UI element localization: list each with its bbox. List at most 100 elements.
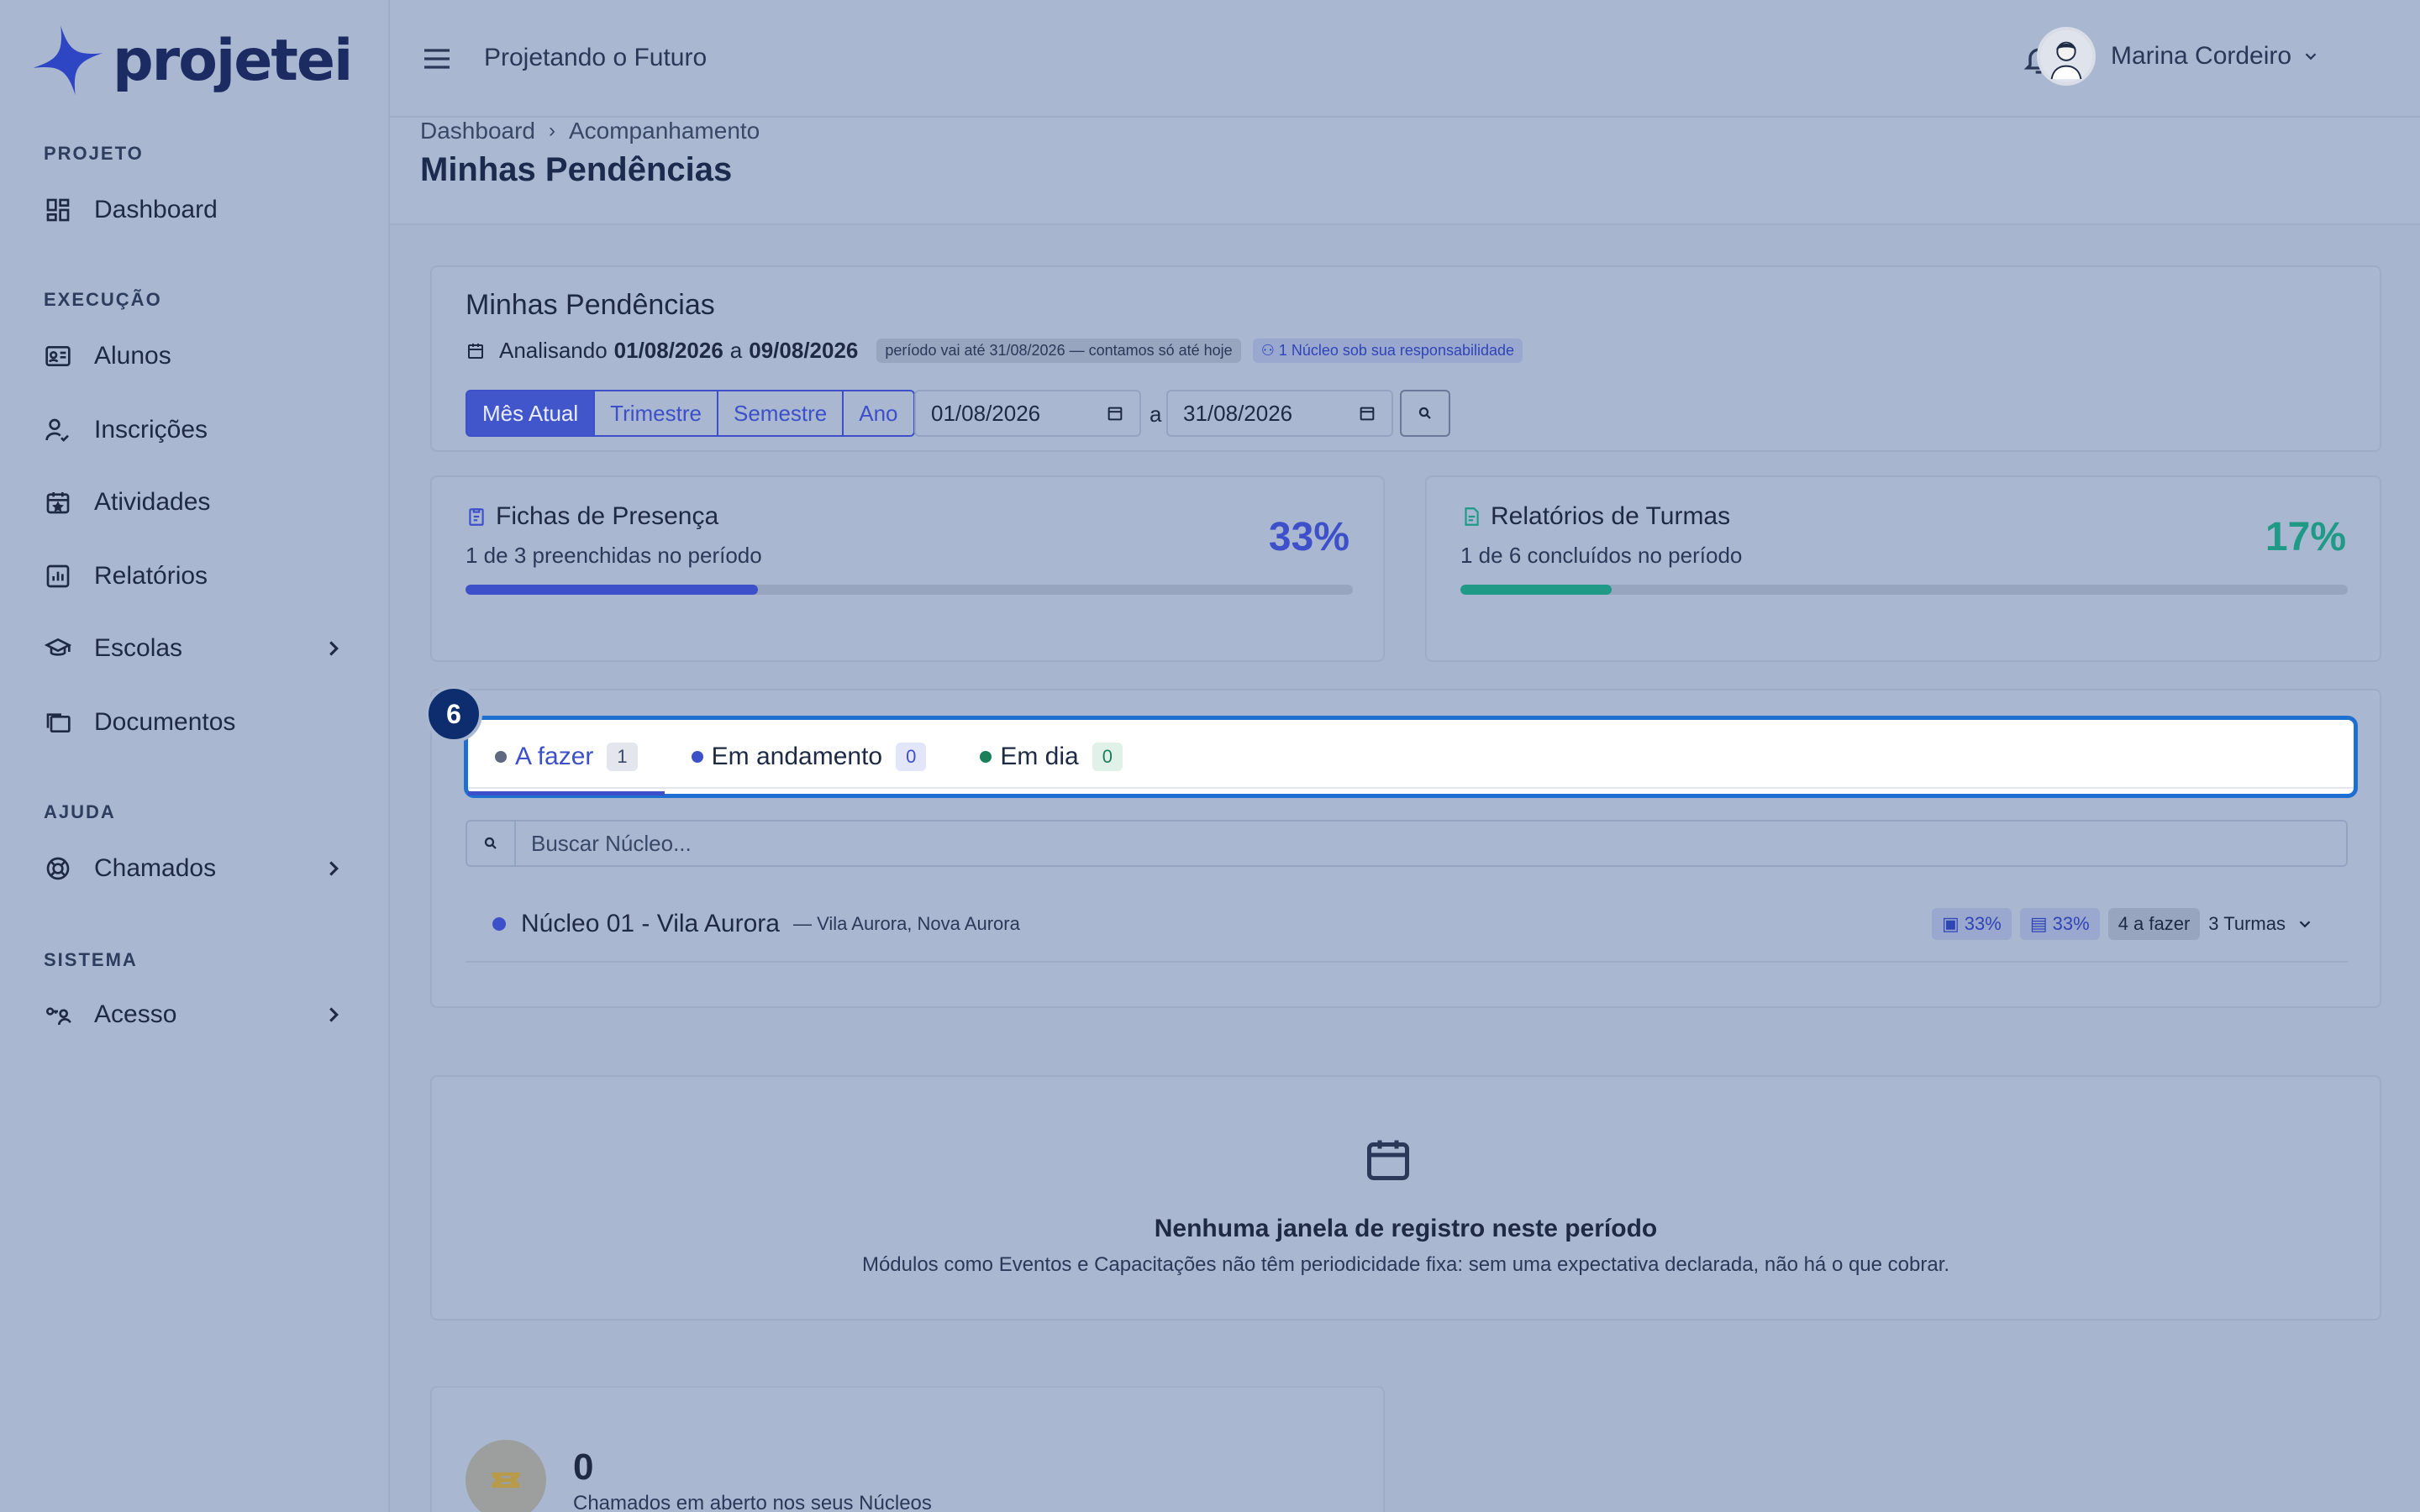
chamados-subtitle: Chamados em aberto nos seus Núcleos — [573, 1492, 932, 1512]
sidebar-item-label: Atividades — [94, 488, 211, 516]
sidebar-item-alunos[interactable]: Alunos — [44, 331, 346, 381]
empty-state-title: Nenhuma janela de registro neste período — [1154, 1215, 1658, 1242]
period-segmented-control: Mês Atual Trimestre Semestre Ano — [466, 390, 915, 437]
page-title: Minhas Pendências — [420, 151, 733, 188]
section-label-projeto: PROJETO — [44, 143, 144, 164]
nucleo-count-pill: ⚇ 1 Núcleo sob sua responsabilidade — [1252, 339, 1523, 363]
calendar-icon — [1360, 407, 1375, 421]
period-start: 01/08/2026 — [613, 338, 723, 363]
tabs-divider — [468, 787, 2354, 789]
chevron-right-icon — [329, 861, 339, 876]
section-label-ajuda: AJUDA — [44, 801, 116, 822]
sidebar-item-documentos[interactable]: Documentos — [44, 697, 346, 748]
segment-mes-atual[interactable]: Mês Atual — [466, 390, 596, 437]
search-input[interactable]: Buscar Núcleo... — [516, 822, 692, 865]
hamburger-menu-icon[interactable] — [420, 42, 454, 76]
calendar-icon — [1107, 407, 1123, 421]
users-icon: ⚇ — [1260, 342, 1279, 359]
period-mid: a — [729, 338, 743, 363]
fichas-title: Fichas de Presença — [466, 502, 718, 531]
sidebar-item-label: Escolas — [94, 634, 183, 662]
segment-trimestre[interactable]: Trimestre — [595, 390, 718, 437]
status-tabs: A fazer 1 Em andamento 0 Em dia 0 — [468, 720, 1150, 795]
chamados-count: 0 — [573, 1446, 594, 1488]
document-icon: ▤ — [2029, 913, 2048, 934]
relatorios-percent: 17% — [2265, 515, 2346, 559]
tab-count-badge: 1 — [607, 743, 638, 771]
relatorios-progress-bar — [1460, 585, 2348, 595]
segment-semestre[interactable]: Semestre — [718, 390, 844, 437]
clipboard-icon — [469, 508, 484, 526]
status-dot — [492, 917, 506, 931]
fichas-chip-value: 33% — [1964, 913, 2002, 934]
tab-em-dia[interactable]: Em dia 0 — [953, 720, 1150, 794]
relatorios-title: Relatórios de Turmas — [1460, 502, 1730, 531]
date-to-input[interactable]: 31/08/2026 — [1166, 390, 1393, 437]
tab-em-andamento[interactable]: Em andamento 0 — [665, 720, 954, 794]
sidebar-item-relatorios[interactable]: Relatórios — [44, 551, 346, 601]
sidebar-item-atividades[interactable]: Atividades — [44, 477, 346, 528]
fichas-presenca-card: Fichas de Presença 1 de 3 preenchidas no… — [430, 475, 1385, 662]
status-dot — [980, 751, 992, 763]
calendar-star-icon — [44, 488, 72, 517]
logo[interactable]: projetei — [30, 24, 353, 97]
tab-count-badge: 0 — [896, 743, 927, 771]
date-from-input[interactable]: 01/08/2026 — [914, 390, 1141, 437]
status-dot — [495, 751, 507, 763]
chevron-right-icon — [329, 641, 339, 656]
ticket-icon — [466, 1440, 546, 1512]
tab-label: Em dia — [1000, 743, 1079, 770]
apply-filter-button[interactable] — [1400, 390, 1450, 437]
relatorios-chip-value: 33% — [2052, 913, 2090, 934]
grid-icon — [44, 196, 72, 224]
relatorios-title-text: Relatórios de Turmas — [1491, 502, 1731, 530]
sidebar-item-label: Relatórios — [94, 562, 208, 590]
fichas-title-text: Fichas de Presença — [496, 502, 719, 530]
date-to-value: 31/08/2026 — [1183, 400, 1293, 426]
status-tabs-highlight: A fazer 1 Em andamento 0 Em dia 0 — [464, 716, 2358, 798]
filter-card-title: Minhas Pendências — [466, 289, 715, 321]
tab-label: A fazer — [515, 743, 594, 770]
sidebar-item-label: Chamados — [94, 854, 217, 882]
user-name: Marina Cordeiro — [2111, 42, 2292, 70]
sidebar-item-acesso[interactable]: Acesso — [44, 990, 346, 1040]
relatorios-chip: ▤ 33% — [2019, 908, 2100, 940]
sidebar-item-escolas[interactable]: Escolas — [44, 623, 346, 674]
chart-icon — [44, 562, 72, 591]
segment-ano[interactable]: Ano — [844, 390, 915, 437]
status-dot — [691, 751, 703, 763]
clipboard-icon: ▣ — [1942, 913, 1960, 934]
sidebar-item-label: Dashboard — [94, 196, 218, 223]
project-name: Projetando o Futuro — [484, 44, 708, 71]
breadcrumb-item-dashboard[interactable]: Dashboard — [420, 118, 535, 144]
calendar-icon — [1367, 1140, 1409, 1180]
section-label-sistema: SISTEMA — [44, 949, 138, 970]
relatorios-turmas-card: Relatórios de Turmas 1 de 6 concluídos n… — [1425, 475, 2381, 662]
search-icon — [467, 822, 516, 865]
section-label-execucao: EXECUÇÃO — [44, 289, 162, 310]
fichas-chip: ▣ 33% — [1932, 908, 2012, 940]
user-key-icon — [44, 1000, 72, 1029]
tab-a-fazer[interactable]: A fazer 1 — [468, 720, 665, 795]
user-menu[interactable]: Marina Cordeiro — [2037, 27, 2320, 86]
id-card-icon — [44, 342, 72, 370]
sidebar-item-inscricoes[interactable]: Inscrições — [44, 405, 346, 455]
nucleo-location: — Vila Aurora, Nova Aurora — [792, 913, 1020, 934]
chevron-down-icon[interactable] — [2296, 915, 2314, 933]
calendar-icon — [468, 343, 483, 359]
nucleo-row[interactable]: Núcleo 01 - Vila Aurora — Vila Aurora, N… — [466, 887, 2348, 963]
fichas-progress-bar — [466, 585, 1353, 595]
period-note-pill: período vai até 31/08/2026 — contamos só… — [876, 339, 1241, 363]
logo-text: projetei — [113, 27, 353, 94]
chevron-right-icon — [329, 1007, 339, 1022]
period-summary: Analisando 01/08/2026 a 09/08/2026 perío… — [466, 338, 1523, 364]
chevron-down-icon — [2305, 53, 2317, 60]
a-fazer-chip: 4 a fazer — [2107, 908, 2201, 940]
filter-card: Minhas Pendências Analisando 01/08/2026 … — [430, 265, 2381, 452]
nucleo-search: Buscar Núcleo... — [466, 820, 2348, 867]
sidebar-item-dashboard[interactable]: Dashboard — [44, 185, 346, 235]
nucleo-name: Núcleo 01 - Vila Aurora — [521, 910, 780, 937]
sidebar-item-chamados[interactable]: Chamados — [44, 843, 346, 894]
relatorios-progress-fill — [1460, 585, 1612, 595]
breadcrumb-item-acompanhamento: Acompanhamento — [568, 118, 760, 144]
